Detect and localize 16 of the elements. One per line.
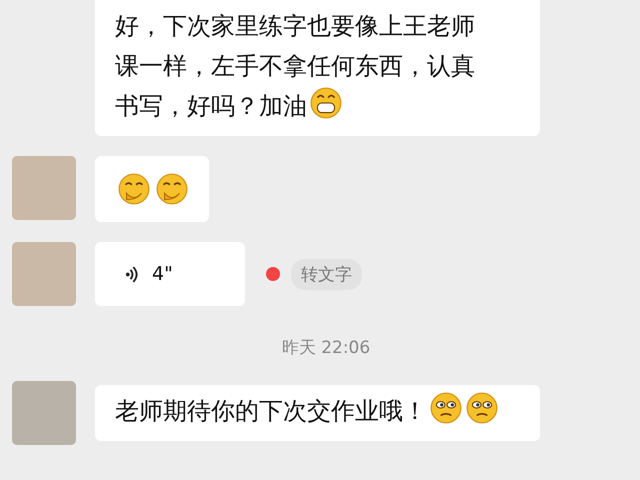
message-text: 老师期待你的下次交作业哦！: [115, 397, 427, 425]
message-text-line: 好，下次家里练字也要像上王老师: [115, 12, 475, 40]
smirking-face-icon: [429, 391, 463, 425]
smirking-face-icon: [465, 391, 499, 425]
voice-duration: 4": [152, 263, 173, 285]
timestamp: 昨天 22:06: [282, 337, 370, 359]
blushing-face-icon: [117, 172, 151, 206]
voice-message-bubble[interactable]: 4": [95, 242, 245, 306]
avatar-photo-placeholder[interactable]: [12, 156, 76, 220]
message-text-line: 书写，好吗？加油: [115, 92, 307, 120]
message-text-line: 课一样，左手不拿任何东西，认真: [115, 52, 475, 80]
grinning-face-icon: [309, 86, 343, 120]
blushing-face-icon: [155, 172, 189, 206]
avatar-photo-placeholder[interactable]: [12, 242, 76, 306]
avatar-image-placeholder[interactable]: [12, 381, 76, 445]
voice-wave-icon: [125, 264, 138, 284]
